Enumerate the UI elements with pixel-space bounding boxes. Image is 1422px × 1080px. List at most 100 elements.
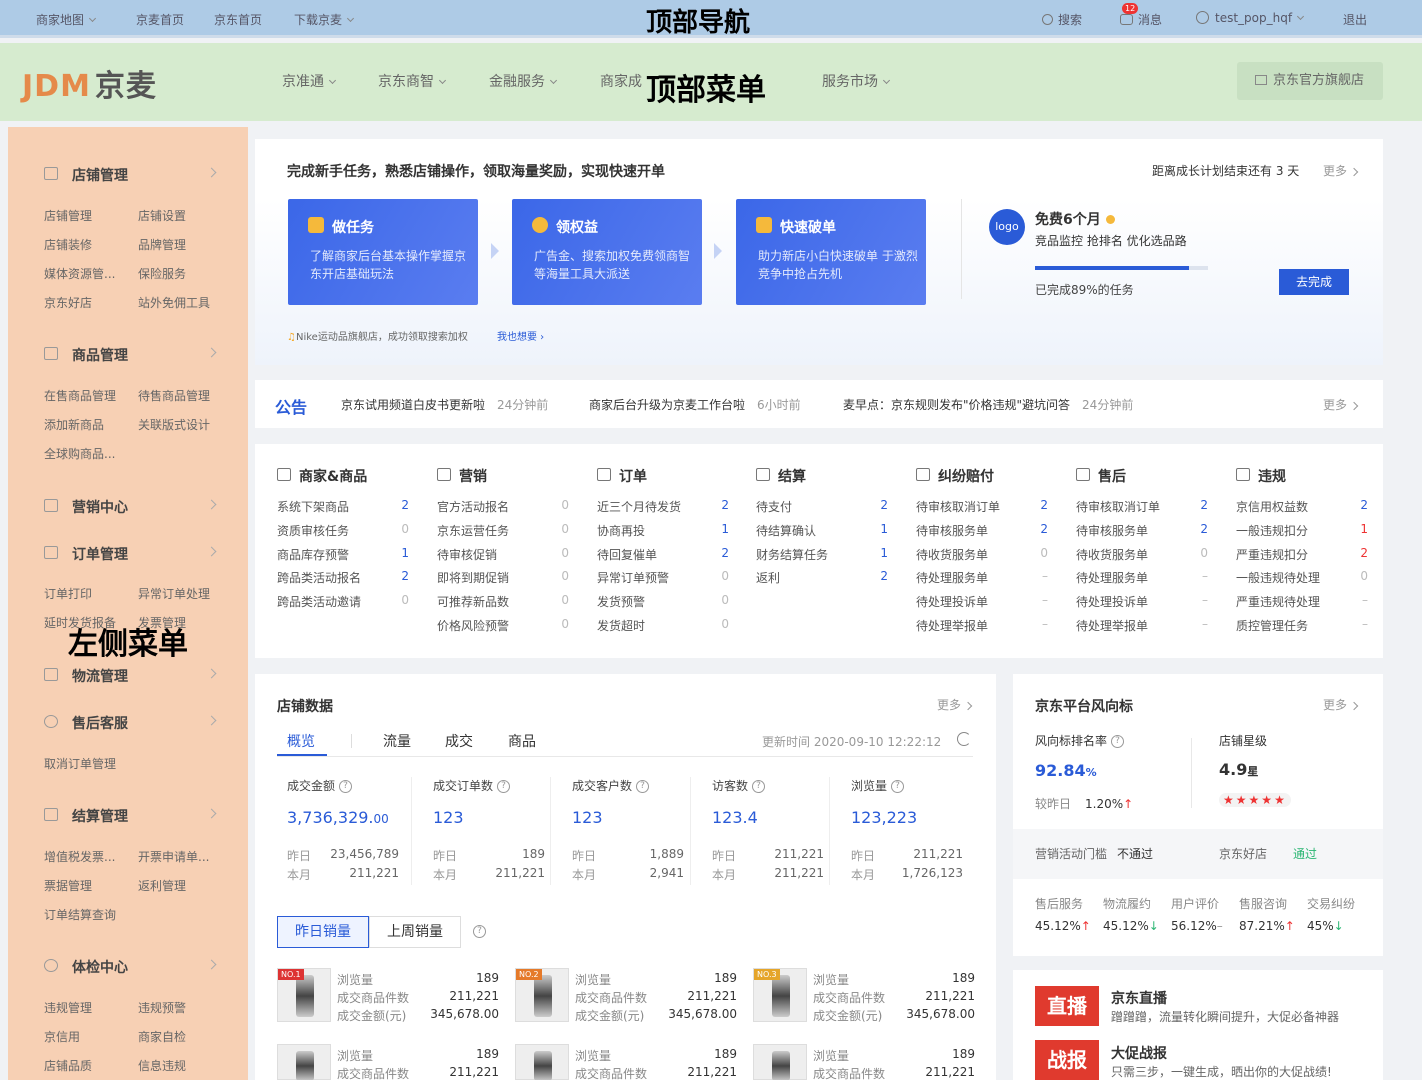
nav-download[interactable]: 下载京麦 — [294, 11, 355, 28]
logout-link[interactable]: 退出 — [1343, 11, 1367, 28]
todo-row-value[interactable]: 2 — [1028, 522, 1048, 536]
sidebar-item[interactable]: 京东好店 — [44, 294, 134, 311]
todo-row-label[interactable]: 待处理举报单 — [916, 617, 988, 634]
product-image[interactable]: NO.1 — [277, 968, 331, 1022]
sidebar-item[interactable]: 信息违规 — [138, 1057, 228, 1074]
sidebar-item[interactable]: 商家自检 — [138, 1028, 228, 1045]
todo-row-label[interactable]: 待处理投诉单 — [1076, 593, 1148, 610]
complete-button[interactable]: 去完成 — [1279, 269, 1349, 295]
help-icon[interactable]: ? — [752, 780, 766, 793]
sidebar-group-goods[interactable]: 商品管理 — [72, 345, 128, 365]
sidebar-item[interactable]: 返利管理 — [138, 877, 228, 894]
sidebar-item[interactable]: 添加新商品 — [44, 416, 134, 433]
sidebar-item[interactable]: 取消订单管理 — [44, 755, 134, 772]
sidebar-group-aftersale[interactable]: 售后客服 — [72, 713, 128, 733]
todo-row-value[interactable]: 0 — [709, 569, 729, 583]
todo-row-value[interactable]: 2 — [1348, 498, 1368, 512]
todo-row-label[interactable]: 质控管理任务 — [1236, 617, 1308, 634]
task-card-benefit[interactable]: 领权益 广告金、搜索加权免费领商智等海量工具大派送 — [512, 199, 702, 305]
todo-row-label[interactable]: 待处理举报单 — [1076, 617, 1148, 634]
sidebar-group-settlement[interactable]: 结算管理 — [72, 806, 128, 826]
sidebar-item[interactable]: 票据管理 — [44, 877, 134, 894]
todo-row-label[interactable]: 异常订单预警 — [597, 569, 669, 586]
more-link[interactable]: 更多 — [1323, 396, 1359, 413]
todo-row-value[interactable]: – — [1028, 617, 1048, 631]
sidebar-item[interactable]: 订单结算查询 — [44, 906, 134, 923]
todo-row-label[interactable]: 待处理服务单 — [1076, 569, 1148, 586]
todo-row-value[interactable]: 0 — [389, 522, 409, 536]
todo-row-label[interactable]: 严重违规待处理 — [1236, 593, 1320, 610]
sidebar-item[interactable]: 增值税发票... — [44, 848, 134, 865]
todo-row-value[interactable]: 0 — [389, 593, 409, 607]
sidebar-item[interactable]: 开票申请单... — [138, 848, 228, 865]
product-image[interactable]: NO.3 — [753, 968, 807, 1022]
todo-row-label[interactable]: 待收货服务单 — [1076, 546, 1148, 563]
todo-row-value[interactable]: 2 — [868, 498, 888, 512]
sidebar-item[interactable]: 京信用 — [44, 1028, 134, 1045]
todo-row-label[interactable]: 待收货服务单 — [916, 546, 988, 563]
task-card-breakthrough[interactable]: 快速破单 助力新店小白快速破单 于激烈竞争中抢占先机 — [736, 199, 926, 305]
todo-row-value[interactable]: 0 — [1348, 569, 1368, 583]
todo-row-value[interactable]: 2 — [1348, 546, 1368, 560]
product-image[interactable] — [277, 1044, 331, 1080]
announce-item[interactable]: 商家后台升级为京麦工作台啦 6小时前 — [589, 396, 801, 413]
todo-row-label[interactable]: 发货预警 — [597, 593, 645, 610]
todo-row-value[interactable]: 2 — [389, 569, 409, 583]
todo-row-label[interactable]: 协商再投 — [597, 522, 645, 539]
help-icon[interactable]: ? — [891, 780, 905, 793]
sidebar-item[interactable]: 店铺管理 — [44, 207, 134, 224]
sidebar-item[interactable]: 媒体资源管... — [44, 265, 134, 282]
sidebar-item[interactable]: 待售商品管理 — [138, 387, 228, 404]
more-link[interactable]: 更多 — [1323, 696, 1359, 713]
sidebar-item[interactable]: 站外免佣工具 — [138, 294, 228, 311]
product-image[interactable]: NO.2 — [515, 968, 569, 1022]
todo-row-label[interactable]: 价格风险预警 — [437, 617, 509, 634]
sidebar-item[interactable]: 店铺品质 — [44, 1057, 134, 1074]
more-link[interactable]: 更多 — [937, 696, 973, 713]
todo-row-value[interactable]: 0 — [549, 569, 569, 583]
announce-item[interactable]: 京东试用频道白皮书更新啦 24分钟前 — [341, 396, 548, 413]
chevron-right-icon[interactable] — [206, 167, 217, 178]
task-card-do[interactable]: 做任务 了解商家后台基本操作掌握京东开店基础玩法 — [288, 199, 478, 305]
todo-row-value[interactable]: 0 — [1188, 546, 1208, 560]
todo-row-label[interactable]: 待处理服务单 — [916, 569, 988, 586]
tab-overview[interactable]: 概览 — [287, 731, 315, 751]
menu-growth[interactable]: 商家成 — [600, 71, 642, 91]
todo-row-value[interactable]: 2 — [709, 498, 729, 512]
nav-jm-home[interactable]: 京麦首页 — [136, 11, 184, 28]
todo-row-value[interactable]: – — [1188, 617, 1208, 631]
help-icon[interactable]: ? — [1111, 735, 1125, 748]
sidebar-item[interactable]: 全球购商品... — [44, 445, 134, 462]
tab-goods[interactable]: 商品 — [508, 731, 536, 751]
product-image[interactable] — [753, 1044, 807, 1080]
live-title[interactable]: 京东直播 — [1111, 988, 1167, 1008]
logo[interactable]: JDM 京麦 — [22, 61, 157, 105]
todo-row-label[interactable]: 即将到期促销 — [437, 569, 509, 586]
todo-row-label[interactable]: 待审核取消订单 — [916, 498, 1000, 515]
product-image[interactable] — [515, 1044, 569, 1080]
sidebar-group-logistics[interactable]: 物流管理 — [72, 666, 128, 686]
todo-row-label[interactable]: 系统下架商品 — [277, 498, 349, 515]
todo-row-label[interactable]: 待支付 — [756, 498, 792, 515]
todo-row-label[interactable]: 近三个月待发货 — [597, 498, 681, 515]
todo-row-value[interactable]: 0 — [709, 617, 729, 631]
todo-row-label[interactable]: 待处理投诉单 — [916, 593, 988, 610]
tab-yesterday-sales[interactable]: 昨日销量 — [277, 916, 369, 948]
todo-row-label[interactable]: 跨品类活动邀请 — [277, 593, 361, 610]
sidebar-group-marketing[interactable]: 营销中心 — [72, 497, 128, 517]
more-link[interactable]: 更多 — [1323, 162, 1359, 179]
todo-row-label[interactable]: 一般违规待处理 — [1236, 569, 1320, 586]
todo-row-value[interactable]: – — [1348, 617, 1368, 631]
todo-row-value[interactable]: – — [1028, 569, 1048, 583]
todo-row-value[interactable]: 2 — [1188, 498, 1208, 512]
todo-row-value[interactable]: 2 — [1188, 522, 1208, 536]
chevron-right-icon[interactable] — [206, 546, 217, 557]
help-icon[interactable]: ? — [497, 780, 511, 793]
todo-row-label[interactable]: 京东运营任务 — [437, 522, 509, 539]
sidebar-item[interactable]: 店铺设置 — [138, 207, 228, 224]
todo-row-value[interactable]: 2 — [389, 498, 409, 512]
todo-row-value[interactable]: – — [1188, 593, 1208, 607]
sidebar-item[interactable]: 关联版式设计 — [138, 416, 228, 433]
sidebar-item[interactable]: 品牌管理 — [138, 236, 228, 253]
todo-row-label[interactable]: 待结算确认 — [756, 522, 816, 539]
